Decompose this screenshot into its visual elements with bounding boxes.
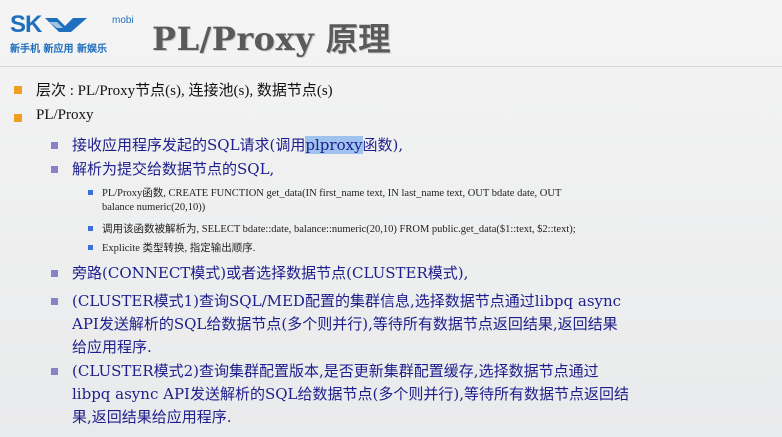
sub-item-text: 接收应用程序发起的SQL请求(调用 [72, 136, 306, 154]
detail-function-def-line1: PL/Proxy函数, CREATE FUNCTION get_data(IN … [102, 188, 562, 199]
detail-bullet-marker [88, 226, 93, 231]
sub-item-text: 函数), [362, 136, 404, 154]
detail-bullet-marker [88, 245, 93, 250]
bullet-marker [14, 86, 22, 94]
logo-mobi-label: mobi [112, 15, 134, 26]
sub-bullet-marker [51, 368, 58, 375]
sub-item-cluster-mode2-line1: (CLUSTER模式2)查询集群配置版本,是否更新集群配置缓存,选择数据节点通过 [72, 362, 599, 380]
company-logo: SK mobi 新手机 新应用 新娱乐 [10, 12, 134, 56]
sub-bullet-marker [51, 298, 58, 305]
bullet-marker [14, 114, 22, 122]
sub-bullet-marker [51, 142, 58, 149]
sub-item-cluster-mode1-line3: 给应用程序. [72, 338, 152, 356]
logo-mark: SK [10, 12, 89, 38]
logo-swoosh-icon [45, 18, 88, 32]
slide: SK mobi 新手机 新应用 新娱乐 PL/Proxy 原理 层次 : PL/… [0, 0, 782, 437]
sub-item-parse-sql: 解析为提交给数据节点的SQL, [72, 160, 275, 178]
bullet-layers: 层次 : PL/Proxy节点(s), 连接池(s), 数据节点(s) [36, 83, 333, 99]
sub-bullet-marker [51, 166, 58, 173]
sub-item-bypass-or-cluster: 旁路(CONNECT模式)或者选择数据节点(CLUSTER模式), [72, 264, 469, 282]
sub-bullet-marker [51, 270, 58, 277]
sub-item-cluster-mode2-line2: libpq async API发送解析的SQL给数据节点(多个则并行),等待所有… [72, 385, 629, 403]
highlighted-text: plproxy [305, 136, 363, 154]
detail-parsed-select: 调用该函数被解析为, SELECT bdate::date, balance::… [102, 224, 576, 235]
detail-function-def-line2: balance numeric(20,10)) [102, 202, 206, 213]
sub-item-cluster-mode2-line3: 果,返回结果给应用程序. [72, 408, 232, 426]
logo-wordmark: SK [10, 11, 42, 38]
sub-item-cluster-mode1-line2: API发送解析的SQL给数据节点(多个则并行),等待所有数据节点返回结果,返回结… [72, 315, 618, 333]
sub-item-cluster-mode1-line1: (CLUSTER模式1)查询SQL/MED配置的集群信息,选择数据节点通过lib… [72, 292, 622, 310]
detail-explicit-cast: Explicite 类型转换, 指定输出顺序. [102, 243, 256, 254]
logo-slogan: 新手机 新应用 新娱乐 [10, 44, 107, 55]
slide-title: PL/Proxy 原理 [152, 20, 391, 58]
sub-item-receive-request: 接收应用程序发起的SQL请求(调用plproxy函数), [72, 134, 403, 155]
detail-bullet-marker [88, 190, 93, 195]
title-divider [0, 66, 782, 67]
bullet-plproxy: PL/Proxy [36, 107, 94, 123]
